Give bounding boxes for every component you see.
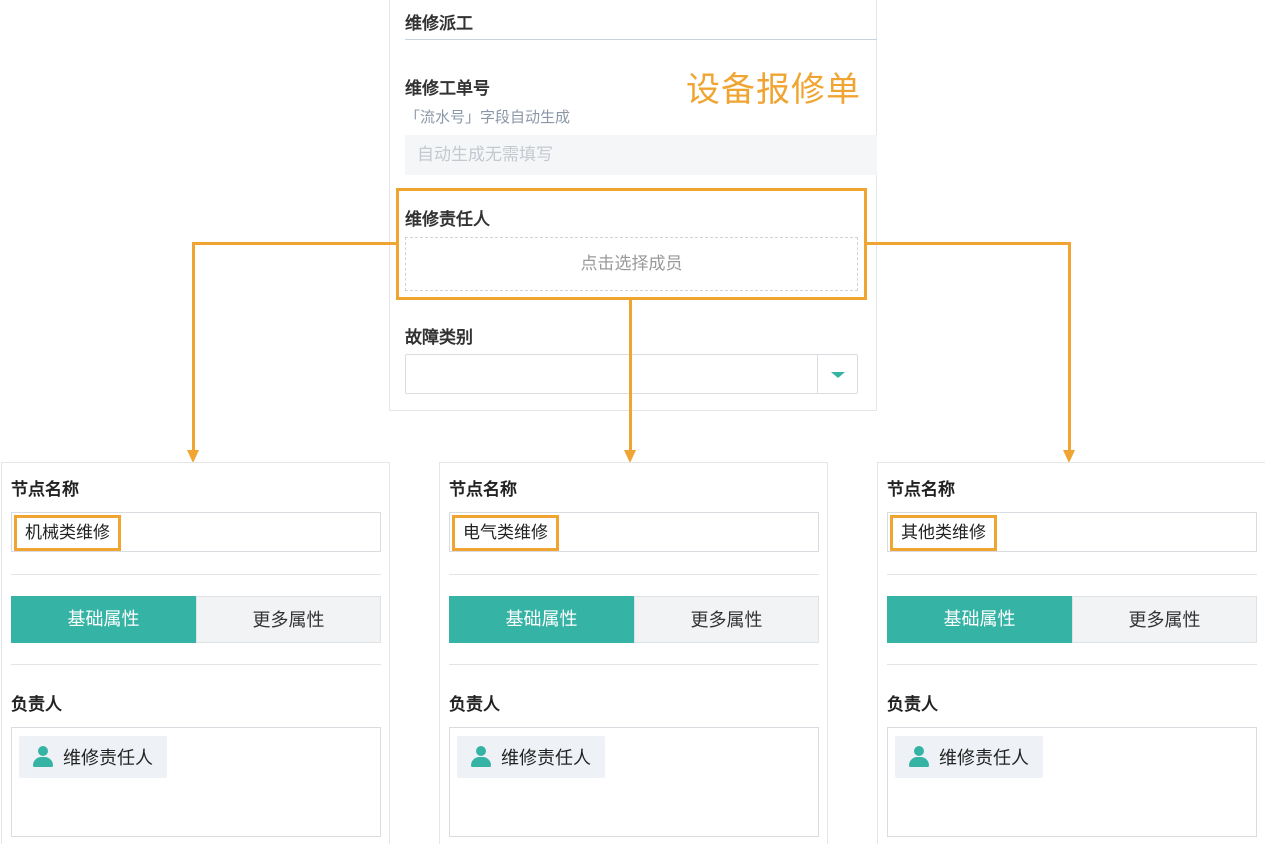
fault-type-label: 故障类别: [405, 328, 473, 348]
order-no-description: 「流水号」字段自动生成: [405, 108, 571, 126]
tab-more-properties[interactable]: 更多属性: [1072, 596, 1257, 643]
user-icon: [33, 746, 53, 768]
node-panel-electrical: 节点名称 电气类维修 基础属性 更多属性 负责人 维修责任人: [439, 462, 828, 844]
owner-chip-label: 维修责任人: [939, 748, 1029, 769]
user-icon: [471, 746, 491, 768]
owner-box[interactable]: 维修责任人: [449, 727, 819, 837]
node-name-value: 其他类维修: [890, 515, 997, 551]
dropdown-button[interactable]: [817, 355, 857, 393]
divider: [449, 664, 819, 665]
owner-chip[interactable]: 维修责任人: [895, 736, 1043, 778]
node-name-input[interactable]: 其他类维修: [887, 512, 1257, 552]
order-no-input[interactable]: 自动生成无需填写: [405, 135, 877, 175]
assignee-highlight: [396, 188, 867, 300]
section-title: 维修派工: [405, 14, 473, 34]
owner-chip[interactable]: 维修责任人: [19, 736, 167, 778]
order-no-label: 维修工单号: [405, 79, 490, 99]
connector-left-h: [192, 242, 397, 245]
property-tabs: 基础属性 更多属性: [11, 596, 381, 643]
connector-right-v: [1068, 242, 1071, 450]
tab-more-properties[interactable]: 更多属性: [634, 596, 819, 643]
divider: [11, 664, 381, 665]
owner-label: 负责人: [887, 695, 938, 715]
node-name-input[interactable]: 电气类维修: [449, 512, 819, 552]
node-name-value: 电气类维修: [452, 515, 559, 551]
section-divider: [405, 39, 877, 40]
node-panel-other: 节点名称 其他类维修 基础属性 更多属性 负责人 维修责任人: [877, 462, 1265, 844]
tab-basic-properties[interactable]: 基础属性: [449, 596, 634, 643]
node-name-label: 节点名称: [449, 480, 517, 500]
user-icon: [909, 746, 929, 768]
form-big-title: 设备报修单: [686, 70, 861, 110]
connector-mid-v: [629, 299, 632, 450]
owner-box[interactable]: 维修责任人: [11, 727, 381, 837]
owner-box[interactable]: 维修责任人: [887, 727, 1257, 837]
divider: [11, 574, 381, 575]
owner-chip-label: 维修责任人: [501, 748, 591, 769]
owner-chip[interactable]: 维修责任人: [457, 736, 605, 778]
caret-down-icon: [831, 372, 845, 378]
owner-label: 负责人: [449, 695, 500, 715]
connector-right-h: [866, 242, 1071, 245]
node-name-input[interactable]: 机械类维修: [11, 512, 381, 552]
property-tabs: 基础属性 更多属性: [887, 596, 1257, 643]
connector-left-v: [192, 242, 195, 450]
owner-label: 负责人: [11, 695, 62, 715]
node-panel-mechanical: 节点名称 机械类维修 基础属性 更多属性 负责人 维修责任人: [1, 462, 390, 844]
owner-chip-label: 维修责任人: [63, 748, 153, 769]
tab-basic-properties[interactable]: 基础属性: [11, 596, 196, 643]
divider: [887, 664, 1257, 665]
divider: [887, 574, 1257, 575]
node-name-label: 节点名称: [11, 480, 79, 500]
tab-basic-properties[interactable]: 基础属性: [887, 596, 1072, 643]
property-tabs: 基础属性 更多属性: [449, 596, 819, 643]
divider: [449, 574, 819, 575]
node-name-value: 机械类维修: [14, 515, 121, 551]
node-name-label: 节点名称: [887, 480, 955, 500]
tab-more-properties[interactable]: 更多属性: [196, 596, 381, 643]
